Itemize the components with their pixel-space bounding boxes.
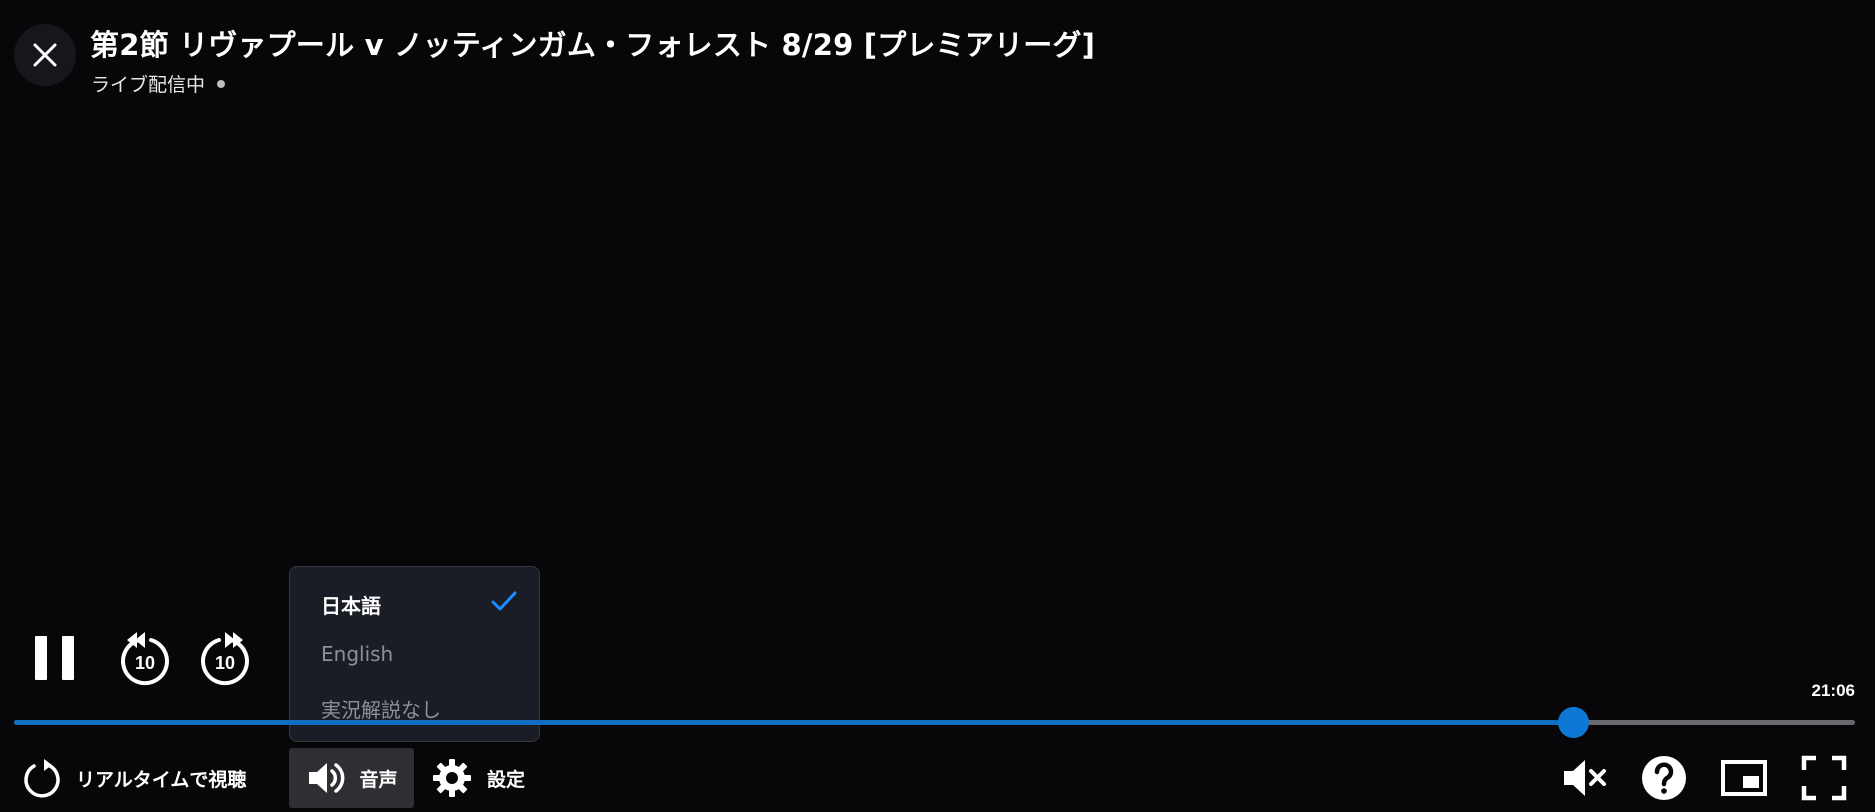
speaker-icon	[309, 763, 345, 793]
settings-button[interactable]: 設定	[431, 748, 525, 808]
audio-button[interactable]: 音声	[289, 748, 414, 808]
refresh-icon	[24, 759, 60, 798]
picture-in-picture-button[interactable]	[1716, 750, 1772, 806]
realtime-button[interactable]: リアルタイムで視聴	[22, 748, 246, 808]
help-button[interactable]	[1636, 750, 1692, 806]
speaker-muted-icon	[1564, 760, 1606, 796]
close-icon	[33, 43, 57, 67]
pause-icon-bar-right	[62, 636, 74, 680]
settings-label: 設定	[487, 768, 526, 791]
audio-option-english[interactable]: English	[321, 642, 393, 666]
forward-10-icon: 10	[201, 632, 249, 686]
audio-option-no-commentary[interactable]: 実況解説なし	[321, 694, 441, 723]
live-status: ライブ配信中	[91, 70, 226, 97]
audio-option-label: 日本語	[321, 594, 381, 618]
pause-button[interactable]	[30, 632, 80, 684]
close-button[interactable]	[14, 24, 76, 86]
video-player[interactable]: 第2節 リヴァプール v ノッティンガム・フォレスト 8/29 [プレミアリーグ…	[0, 0, 1875, 812]
rewind-10-icon: 10	[121, 632, 169, 686]
progress-bar[interactable]	[14, 707, 1855, 738]
audio-track-menu: 日本語 English 実況解説なし	[289, 566, 540, 742]
skip-back-label: 10	[135, 653, 155, 673]
check-icon	[491, 591, 517, 611]
fullscreen-icon	[1801, 755, 1847, 801]
progress-scrubber[interactable]	[1558, 707, 1590, 738]
skip-forward-button[interactable]: 10	[197, 628, 253, 688]
live-status-label: ライブ配信中	[91, 74, 206, 96]
time-label: 21:06	[1811, 681, 1855, 700]
skip-back-button[interactable]: 10	[117, 628, 173, 688]
audio-label: 音声	[359, 768, 398, 791]
gear-icon	[433, 759, 471, 797]
fullscreen-button[interactable]	[1796, 750, 1852, 806]
realtime-label: リアルタイムで視聴	[76, 768, 247, 791]
pause-icon-bar-left	[35, 636, 47, 680]
audio-option-label: 実況解説なし	[321, 698, 441, 722]
skip-forward-label: 10	[215, 653, 235, 673]
video-title: 第2節 リヴァプール v ノッティンガム・フォレスト 8/29 [プレミアリーグ…	[90, 28, 1096, 62]
mute-button[interactable]	[1556, 750, 1612, 806]
progress-played	[14, 720, 1574, 725]
audio-option-japanese[interactable]: 日本語	[321, 590, 381, 619]
picture-in-picture-icon	[1721, 760, 1767, 796]
live-dot-icon	[217, 79, 226, 88]
help-icon	[1642, 756, 1686, 800]
audio-option-label: English	[321, 642, 394, 666]
